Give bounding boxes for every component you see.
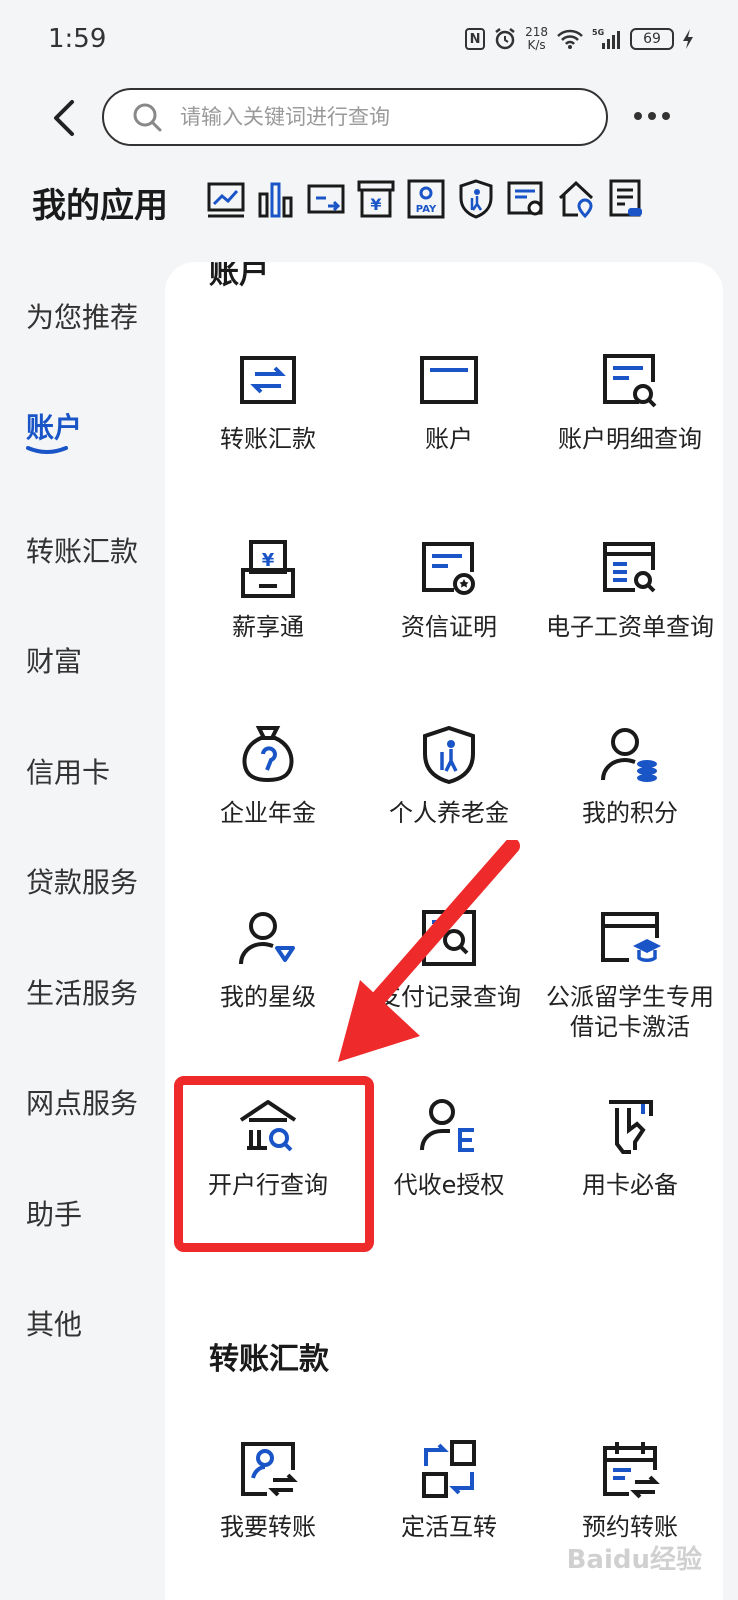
- app-student-card[interactable]: 公派留学生专用借记卡激活: [539, 908, 721, 1042]
- svg-text:¥: ¥: [262, 550, 275, 571]
- app-label: 定活互转: [401, 1513, 497, 1541]
- speed-unit: K/s: [527, 38, 546, 52]
- sidebar-item-branch[interactable]: 网点服务: [26, 1082, 138, 1122]
- card-icon: [420, 356, 478, 404]
- speed-value: 218: [525, 25, 548, 39]
- card-hand-icon: [609, 1100, 653, 1154]
- wifi-icon: [557, 29, 583, 49]
- app-card-essentials[interactable]: 用卡必备: [539, 1096, 721, 1200]
- document-list-icon[interactable]: [606, 178, 646, 220]
- app-label: 预约转账: [582, 1513, 678, 1541]
- app-collection-auth[interactable]: 代收e授权: [358, 1096, 540, 1200]
- user-diamond-icon: [239, 912, 295, 965]
- app-label: 用卡必备: [582, 1171, 678, 1199]
- active-tab-indicator: [26, 446, 68, 454]
- student-card-icon: [601, 912, 661, 962]
- nfc-icon: N: [465, 28, 486, 50]
- sidebar-item-wealth[interactable]: 财富: [26, 640, 82, 680]
- svg-text:PAY: PAY: [416, 204, 437, 215]
- certificate-icon[interactable]: [506, 178, 546, 220]
- sidebar-item-assistant[interactable]: 助手: [26, 1193, 82, 1233]
- app-label: 转账汇款: [220, 425, 316, 453]
- app-label: 个人养老金: [389, 799, 509, 827]
- sidebar-item-other[interactable]: 其他: [26, 1303, 82, 1343]
- my-apps-shortcuts[interactable]: ¥ PAY: [206, 178, 646, 220]
- status-time: 1:59: [48, 24, 107, 54]
- back-chevron-icon[interactable]: [46, 98, 82, 138]
- app-label: 电子工资单查询: [546, 613, 714, 641]
- card-transfer-icon[interactable]: [306, 178, 346, 220]
- status-icons: N 218 K/s 5G 69: [465, 26, 694, 52]
- app-account-detail[interactable]: 账户明细查询: [539, 350, 721, 454]
- sidebar-item-account[interactable]: 账户: [26, 406, 82, 446]
- svg-text:¥: ¥: [370, 195, 381, 214]
- chart-line-icon[interactable]: [206, 178, 246, 220]
- app-enterprise-annuity[interactable]: 企业年金: [177, 724, 359, 828]
- credit-certificate-icon: [422, 542, 475, 595]
- salary-pos-icon: ¥: [241, 540, 295, 598]
- app-payslip[interactable]: 电子工资单查询: [539, 538, 721, 642]
- cellular-signal-icon: 5G: [592, 28, 620, 49]
- app-scheduled-transfer[interactable]: 预约转账: [539, 1438, 721, 1542]
- scheduled-transfer-icon: [603, 1442, 660, 1499]
- app-label: 我要转账: [220, 1513, 316, 1541]
- app-label: 薪享通: [232, 613, 304, 641]
- watermark: Baidu经验: [566, 1545, 702, 1575]
- user-coins-icon: [601, 728, 657, 782]
- sidebar-item-recommended[interactable]: 为您推荐: [26, 296, 138, 336]
- section-title-transfer: 转账汇款: [209, 1342, 329, 1377]
- payslip-search-icon: [603, 542, 656, 593]
- app-label: 公派留学生专用借记卡激活: [546, 983, 714, 1041]
- transfer-arrows-icon: [240, 356, 296, 404]
- user-e-icon: [420, 1099, 474, 1152]
- app-my-points[interactable]: 我的积分: [539, 724, 721, 828]
- app-salary[interactable]: ¥ 薪享通: [177, 538, 359, 642]
- app-label: 代收e授权: [393, 1171, 505, 1199]
- network-speed: 218 K/s: [525, 26, 548, 52]
- battery-indicator: 69: [630, 28, 674, 50]
- app-personal-pension[interactable]: 个人养老金: [358, 724, 540, 828]
- search-input[interactable]: [180, 105, 580, 129]
- sidebar-item-life[interactable]: 生活服务: [26, 972, 138, 1012]
- pension-shield-icon: [423, 725, 475, 785]
- annotation-arrow-icon: [338, 840, 520, 1062]
- user-transfer-icon: [241, 1442, 298, 1497]
- sidebar-item-credit-card[interactable]: 信用卡: [26, 751, 110, 791]
- home-location-icon[interactable]: [556, 178, 596, 220]
- search-bar[interactable]: [102, 88, 608, 146]
- svg-text:5G: 5G: [592, 28, 604, 37]
- app-fixed-current[interactable]: 定活互转: [358, 1438, 540, 1542]
- app-my-transfer[interactable]: 我要转账: [177, 1438, 359, 1542]
- shield-elder-icon[interactable]: [456, 178, 496, 220]
- category-sidebar: 为您推荐 账户 转账汇款 财富 信用卡 贷款服务 生活服务 网点服务 助手 其他: [0, 262, 165, 1600]
- app-label: 我的积分: [582, 799, 678, 827]
- fixed-current-swap-icon: [422, 1440, 476, 1498]
- app-label: 账户明细查询: [558, 425, 702, 453]
- detail-search-icon: [603, 354, 657, 408]
- sidebar-item-transfer[interactable]: 转账汇款: [26, 530, 138, 570]
- app-label: 资信证明: [401, 613, 497, 641]
- bar-chart-icon[interactable]: [256, 178, 296, 220]
- app-label: 企业年金: [220, 799, 316, 827]
- more-menu-icon[interactable]: [634, 104, 678, 128]
- app-credit-cert[interactable]: 资信证明: [358, 538, 540, 642]
- app-transfer[interactable]: 转账汇款: [177, 350, 359, 454]
- app-label: 账户: [425, 425, 473, 453]
- alarm-icon: [495, 28, 515, 50]
- section-title-account: 账户: [209, 262, 269, 291]
- pay-icon[interactable]: PAY: [406, 178, 446, 220]
- status-bar: 1:59 N 218 K/s 5G 69: [0, 0, 738, 80]
- app-account[interactable]: 账户: [358, 350, 540, 454]
- charging-icon: [683, 29, 693, 49]
- sidebar-item-loan[interactable]: 贷款服务: [26, 861, 138, 901]
- search-icon: [133, 103, 162, 132]
- annotation-highlight-box: [174, 1076, 374, 1252]
- my-apps-title: 我的应用: [32, 186, 168, 226]
- yuan-box-icon[interactable]: ¥: [356, 178, 396, 220]
- money-bag-icon: [242, 726, 294, 783]
